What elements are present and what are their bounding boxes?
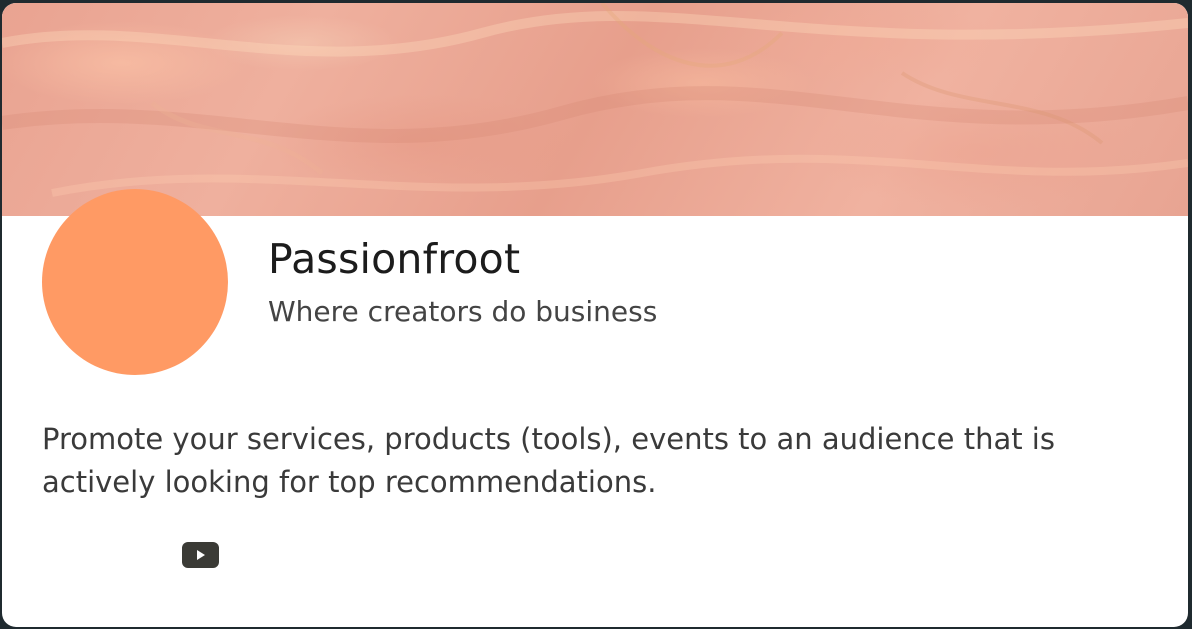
- profile-tagline: Where creators do business: [268, 295, 658, 328]
- cover-banner: [2, 3, 1188, 216]
- page-frame: Passionfroot Where creators do business …: [0, 0, 1192, 629]
- profile-description: Promote your services, products (tools),…: [42, 422, 1055, 499]
- avatar: [42, 189, 228, 375]
- banner-texture: [2, 3, 1188, 197]
- youtube-icon[interactable]: [182, 542, 219, 568]
- profile-name: Passionfroot: [268, 235, 521, 283]
- profile-card: Passionfroot Where creators do business …: [2, 3, 1188, 627]
